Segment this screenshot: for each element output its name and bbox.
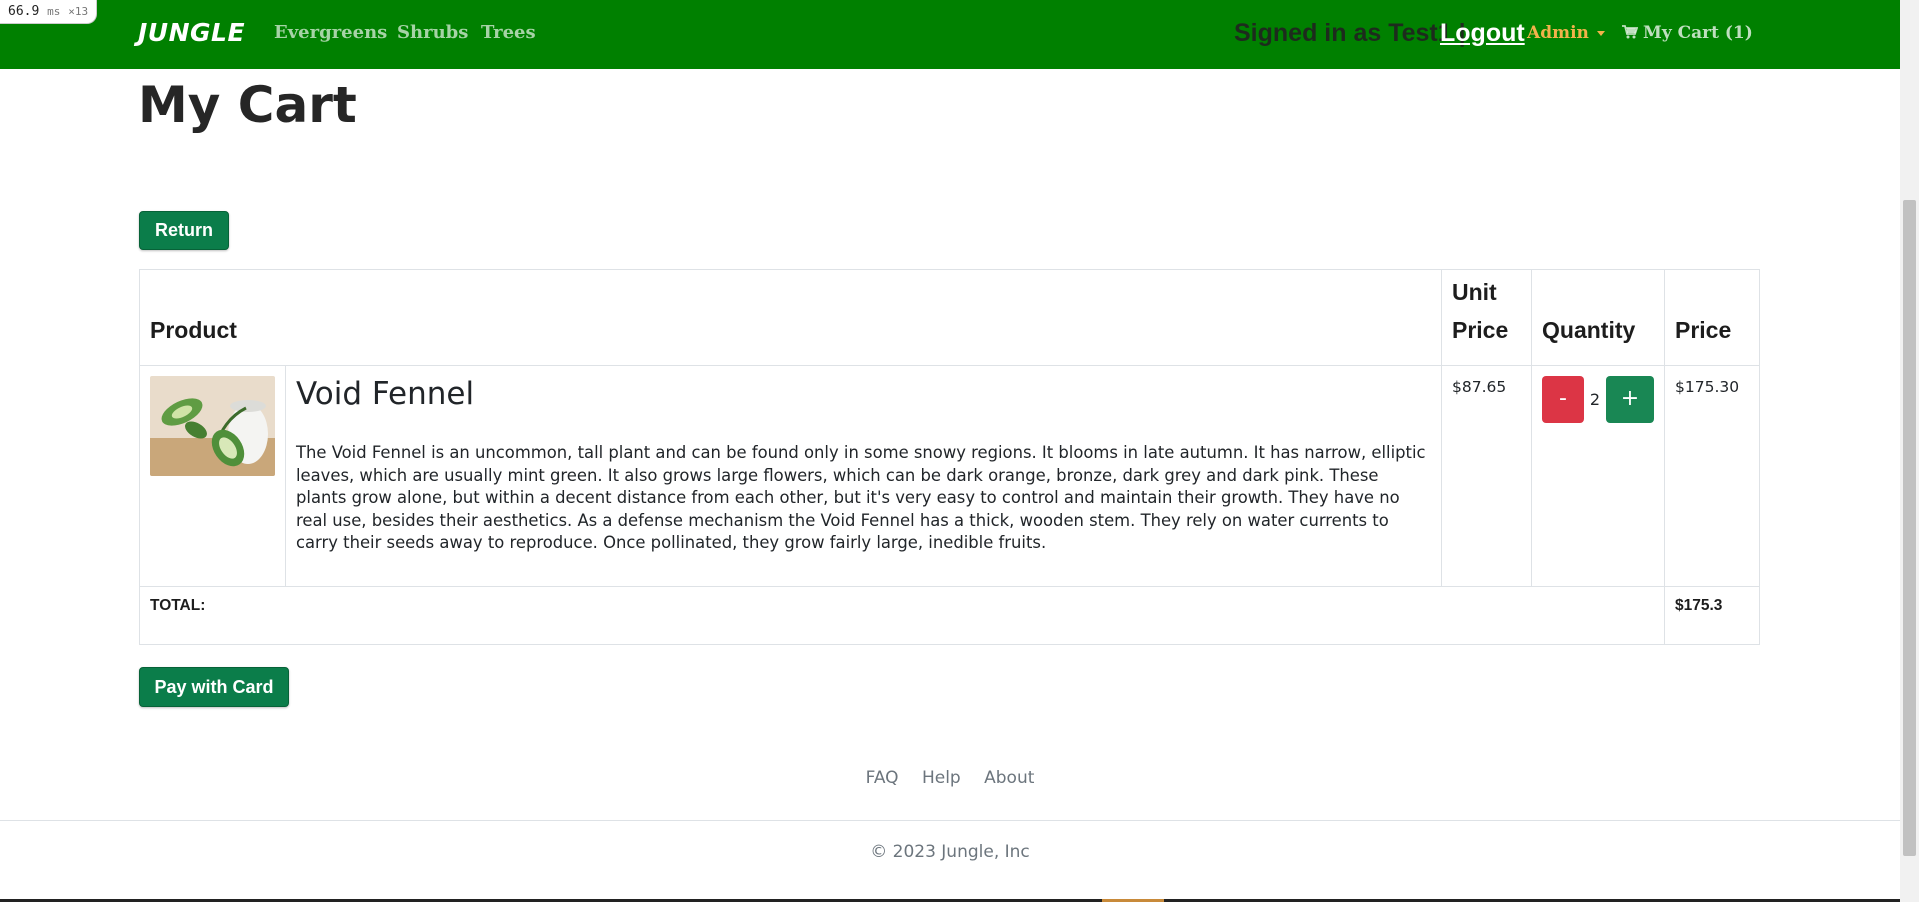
header-product: Product: [139, 269, 1442, 366]
footer-links: FAQ Help About: [0, 768, 1900, 788]
footer-link-help[interactable]: Help: [922, 768, 961, 788]
footer-link-faq[interactable]: FAQ: [866, 768, 899, 788]
my-cart-link[interactable]: My Cart (1): [1622, 23, 1753, 43]
admin-label: Admin: [1527, 23, 1589, 43]
product-description: The Void Fennel is an uncommon, tall pla…: [296, 443, 1426, 552]
cart-table: Product Unit Price Quantity Price Void F…: [139, 269, 1760, 645]
admin-dropdown[interactable]: Admin: [1527, 23, 1605, 43]
quantity-value: 2: [1589, 390, 1601, 409]
nav-link-shrubs[interactable]: Shrubs: [397, 22, 468, 43]
cart-item-row: Void Fennel The Void Fennel is an uncomm…: [139, 365, 1760, 587]
nav-link-trees[interactable]: Trees: [481, 22, 536, 43]
return-button[interactable]: Return: [139, 211, 229, 250]
scrollbar-thumb[interactable]: [1903, 200, 1916, 856]
header-unit-price: Unit Price: [1441, 269, 1532, 366]
copyright: © 2023 Jungle, Inc: [870, 842, 1030, 862]
increase-quantity-button[interactable]: +: [1606, 376, 1654, 423]
caret-down-icon: [1596, 31, 1605, 36]
unit-price: $87.65: [1441, 365, 1532, 587]
perf-value: 66.9: [8, 4, 40, 19]
product-image: [150, 376, 275, 476]
perf-count: ×13: [68, 5, 89, 18]
footer-divider: [0, 820, 1900, 821]
product-name: Void Fennel: [296, 376, 475, 412]
shopping-cart-icon: [1622, 25, 1638, 39]
pay-with-card-button[interactable]: Pay with Card: [139, 667, 289, 707]
total-label: TOTAL:: [139, 586, 1665, 645]
quantity-cell: - 2 +: [1531, 365, 1665, 587]
page-title: My Cart: [138, 76, 357, 134]
decrease-quantity-button[interactable]: -: [1542, 376, 1584, 423]
total-value: $175.3: [1664, 586, 1760, 645]
product-info-cell: Void Fennel The Void Fennel is an uncomm…: [285, 365, 1442, 587]
signed-in-text: Signed in as Test1 |: [1234, 19, 1466, 47]
nav-link-evergreens[interactable]: Evergreens: [274, 22, 387, 43]
product-image-cell: [139, 365, 286, 587]
header-quantity: Quantity: [1531, 269, 1665, 366]
header-price: Price: [1664, 269, 1760, 366]
quantity-stepper: - 2 +: [1542, 376, 1654, 423]
top-navbar: JUNGLE Evergreens Shrubs Trees Signed in…: [0, 0, 1900, 69]
perf-overlay: 66.9 ms ×13: [0, 0, 98, 24]
footer-link-about[interactable]: About: [984, 768, 1034, 788]
total-row: TOTAL: $175.3: [139, 586, 1760, 645]
my-cart-label: My Cart (1): [1643, 23, 1753, 43]
logout-link[interactable]: Logout: [1440, 19, 1525, 48]
line-price: $175.30: [1664, 365, 1760, 587]
brand-logo[interactable]: JUNGLE: [138, 18, 245, 47]
cart-table-header: Product Unit Price Quantity Price: [139, 269, 1760, 366]
perf-unit: ms: [47, 5, 61, 18]
